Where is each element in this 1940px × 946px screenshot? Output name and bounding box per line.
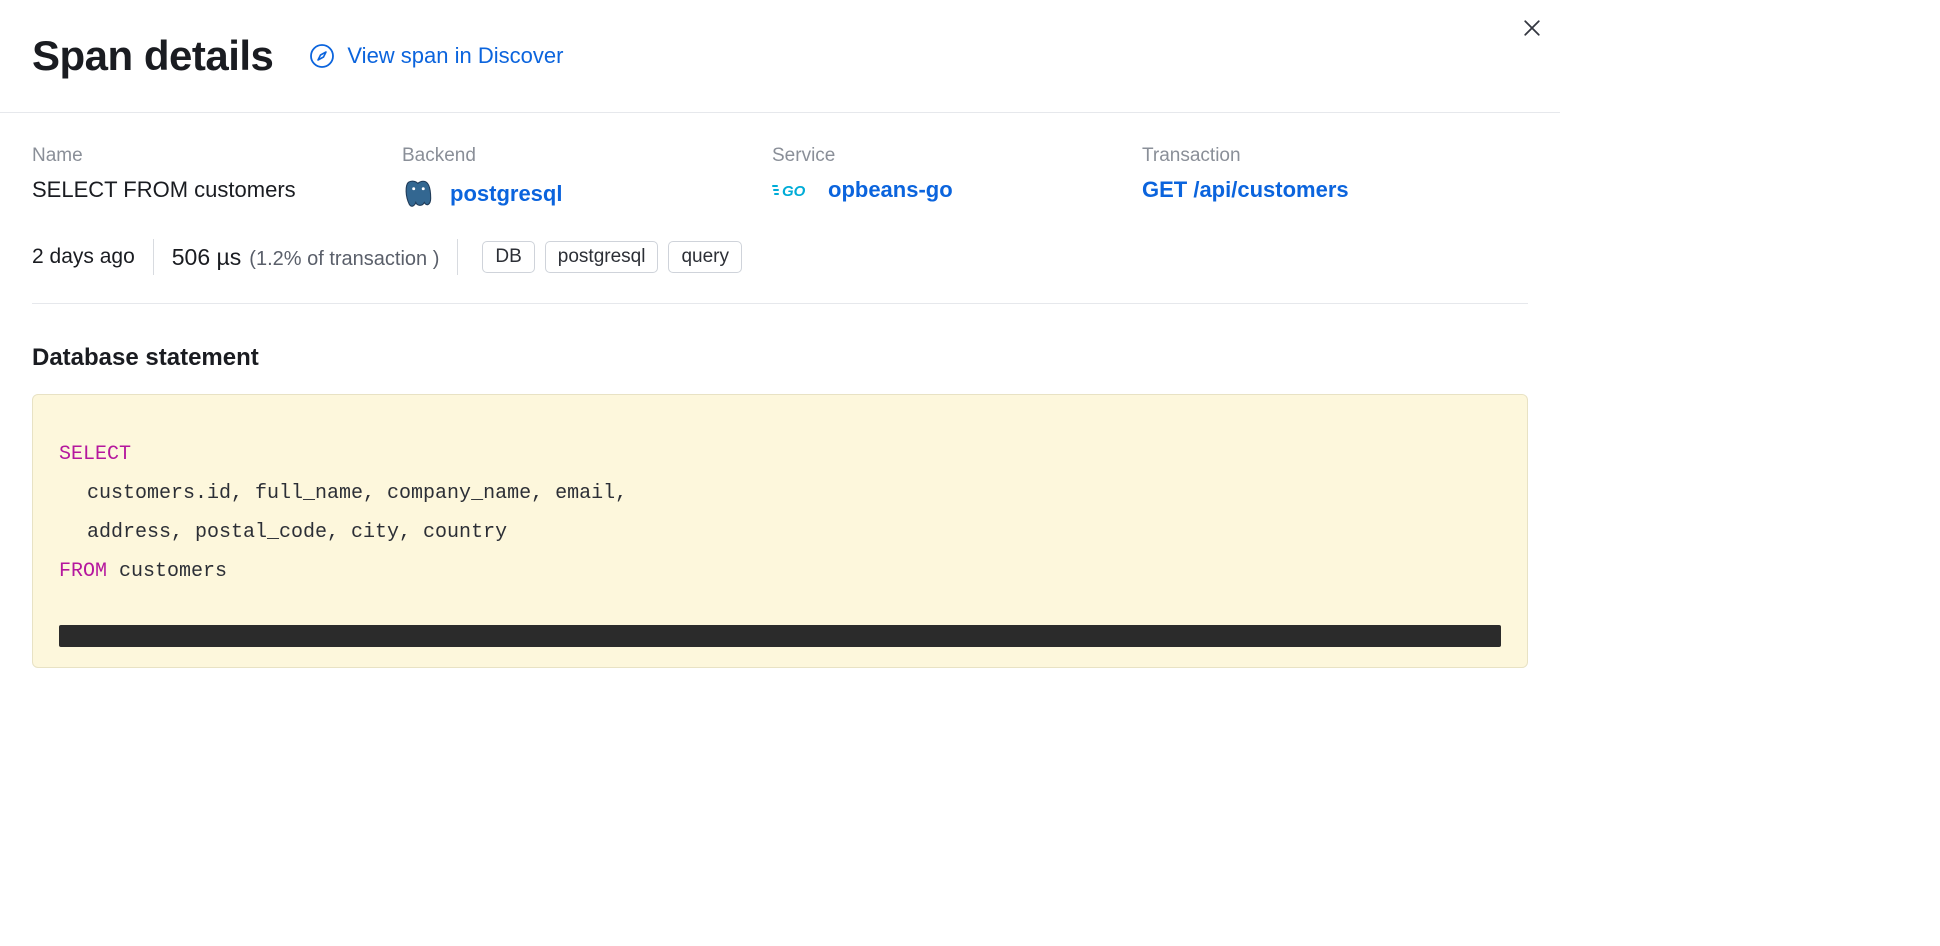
meta-service: Service GO opbeans-go (772, 145, 1142, 211)
horizontal-scrollbar[interactable] (59, 625, 1501, 647)
postgresql-icon (402, 177, 436, 211)
sql-line: SELECT (59, 435, 1501, 474)
flyout-body: Name SELECT FROM customers Backend postg… (0, 113, 1560, 668)
transaction-value: GET /api/customers (1142, 177, 1349, 203)
transaction-link[interactable]: GET /api/customers (1142, 177, 1528, 203)
divider (153, 239, 154, 275)
sql-keyword-from: FROM (59, 560, 107, 583)
duration-value: 506 µs (172, 244, 242, 271)
span-duration: 506 µs (1.2% of transaction ) (172, 244, 440, 271)
badge: query (668, 241, 742, 273)
page-title: Span details (32, 32, 273, 80)
compass-icon (309, 43, 335, 69)
badge: postgresql (545, 241, 659, 273)
duration-pct: (1.2% of transaction ) (249, 248, 439, 271)
database-statement-title: Database statement (32, 344, 1528, 372)
flyout-header: Span details View span in Discover (0, 24, 1560, 113)
meta-backend: Backend postgresql (402, 145, 772, 211)
sql-table: customers (107, 560, 227, 583)
sql-line: FROM customers (59, 552, 1501, 591)
backend-value: postgresql (450, 181, 562, 207)
close-icon (1523, 19, 1541, 37)
go-icon: GO (772, 179, 814, 201)
divider (457, 239, 458, 275)
meta-label: Backend (402, 145, 772, 167)
span-age: 2 days ago (32, 245, 135, 269)
span-details-flyout: Span details View span in Discover Name … (0, 0, 1560, 708)
discover-link-label: View span in Discover (347, 43, 563, 69)
sql-line: address, postal_code, city, country (59, 513, 1501, 552)
meta-label: Service (772, 145, 1142, 167)
meta-transaction: Transaction GET /api/customers (1142, 145, 1528, 211)
meta-name: Name SELECT FROM customers (32, 145, 402, 211)
sql-line: customers.id, full_name, company_name, e… (59, 474, 1501, 513)
stats-row: 2 days ago 506 µs (1.2% of transaction )… (32, 239, 1528, 304)
meta-grid: Name SELECT FROM customers Backend postg… (32, 145, 1528, 211)
meta-label: Name (32, 145, 402, 167)
view-in-discover-link[interactable]: View span in Discover (309, 43, 563, 69)
service-value: opbeans-go (828, 177, 953, 203)
badge: DB (482, 241, 534, 273)
meta-value-name: SELECT FROM customers (32, 177, 402, 203)
sql-keyword-select: SELECT (59, 443, 131, 466)
service-link[interactable]: GO opbeans-go (772, 177, 1142, 203)
database-statement-code[interactable]: SELECT customers.id, full_name, company_… (32, 394, 1528, 668)
backend-link[interactable]: postgresql (402, 177, 772, 211)
svg-text:GO: GO (782, 183, 806, 200)
meta-label: Transaction (1142, 145, 1528, 167)
close-button[interactable] (1516, 12, 1548, 44)
badge-list: DB postgresql query (482, 241, 742, 273)
